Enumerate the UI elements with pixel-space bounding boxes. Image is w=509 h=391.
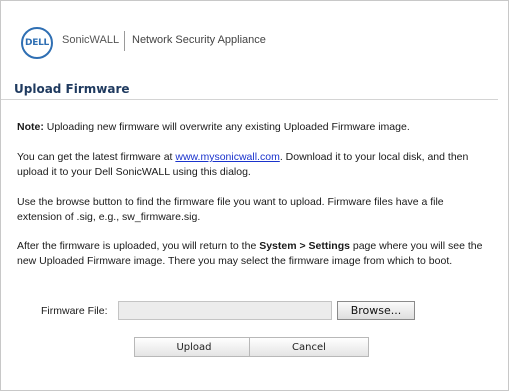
system-settings-path: System > Settings — [259, 240, 350, 252]
header: DELL SonicWALL Network Security Applianc… — [1, 1, 508, 79]
header-divider — [124, 31, 125, 51]
browse-button[interactable]: Browse... — [337, 301, 415, 320]
note-label: Note: — [17, 121, 44, 133]
upload-button[interactable]: Upload — [134, 337, 254, 357]
brand-name: SonicWALL — [62, 34, 120, 46]
dell-logo-text: DELL — [25, 38, 49, 48]
download-paragraph: You can get the latest firmware at www.m… — [17, 150, 487, 180]
firmware-file-label: Firmware File: — [41, 305, 108, 317]
note-text: Uploading new firmware will overwrite an… — [43, 121, 410, 133]
title-divider — [1, 99, 498, 100]
dialog-window: DELL SonicWALL Network Security Applianc… — [0, 0, 509, 391]
firmware-file-input[interactable] — [118, 301, 332, 320]
dialog-title: Upload Firmware — [14, 82, 130, 96]
cancel-button[interactable]: Cancel — [249, 337, 369, 357]
after-upload-text-start: After the firmware is uploaded, you will… — [17, 240, 260, 252]
browse-paragraph: Use the browse button to find the firmwa… — [17, 196, 444, 223]
dell-logo: DELL — [21, 27, 53, 59]
note-paragraph: Note: Uploading new firmware will overwr… — [17, 120, 487, 135]
product-name: Network Security Appliance — [132, 34, 266, 46]
after-upload-paragraph: After the firmware is uploaded, you will… — [17, 239, 487, 269]
download-text-start: You can get the latest firmware at — [17, 151, 176, 163]
mysonicwall-link[interactable]: www.mysonicwall.com — [175, 151, 279, 163]
